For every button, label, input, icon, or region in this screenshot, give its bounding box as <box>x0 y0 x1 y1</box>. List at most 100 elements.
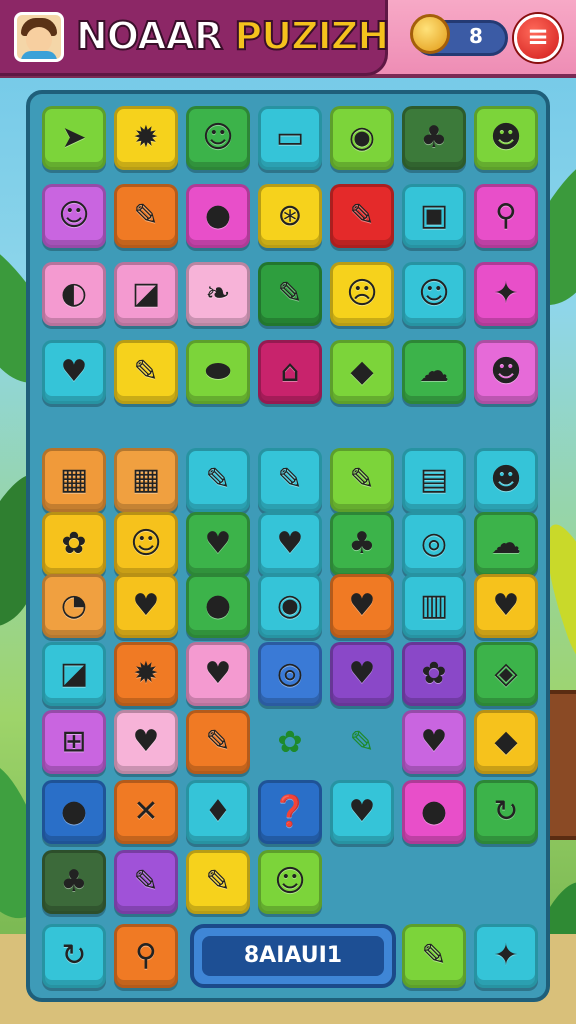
tile[interactable]: ☺ <box>402 262 466 326</box>
tile[interactable]: ● <box>186 574 250 638</box>
frame-icon: ⊞ <box>61 724 87 759</box>
tile[interactable]: ✎ <box>258 448 322 512</box>
tile[interactable]: ◈ <box>474 642 538 706</box>
target-icon: ◎ <box>420 526 448 561</box>
tile[interactable]: ♥ <box>114 710 178 774</box>
tile[interactable]: ▥ <box>402 574 466 638</box>
tile[interactable]: ☺ <box>258 850 322 914</box>
red-heart-icon: ♥ <box>492 588 520 623</box>
flower-icon: ✿ <box>61 526 87 561</box>
loose-piece[interactable]: ✿ <box>258 710 322 774</box>
tile[interactable]: ☻ <box>474 448 538 512</box>
tile[interactable]: ✕ <box>114 780 178 844</box>
candy-icon: ◆ <box>494 724 518 759</box>
tile[interactable]: ◔ <box>42 574 106 638</box>
tile[interactable]: ⊛ <box>258 184 322 248</box>
tile[interactable]: ♥ <box>42 340 106 404</box>
tile[interactable]: ✹ <box>114 106 178 170</box>
tile[interactable]: ✎ <box>114 340 178 404</box>
tile[interactable]: ♥ <box>186 512 250 576</box>
loose-leaf-icon: ✿ <box>277 724 303 760</box>
blob-icon: ⬬ <box>205 354 231 389</box>
pencil-button[interactable]: ✎ <box>402 924 466 988</box>
tile[interactable]: ♥ <box>402 710 466 774</box>
tile[interactable]: ▦ <box>114 448 178 512</box>
tile[interactable]: ▦ <box>42 448 106 512</box>
bush-icon: ♣ <box>420 120 448 155</box>
tile[interactable]: ⌂ <box>258 340 322 404</box>
menu-button[interactable]: ≡ <box>514 14 562 62</box>
tile[interactable]: ● <box>186 184 250 248</box>
tile[interactable]: ☺ <box>42 184 106 248</box>
sparkle-icon: ✦ <box>493 276 519 311</box>
tile[interactable]: ❧ <box>186 262 250 326</box>
tile[interactable]: ✹ <box>114 642 178 706</box>
tile[interactable]: ♥ <box>186 642 250 706</box>
arrow-icon: ➤ <box>61 120 87 155</box>
tile[interactable]: ♥ <box>474 574 538 638</box>
tile[interactable]: ☻ <box>474 106 538 170</box>
tile[interactable]: ◎ <box>258 642 322 706</box>
tile[interactable]: ◉ <box>258 574 322 638</box>
tile[interactable]: ✎ <box>186 448 250 512</box>
tile[interactable]: ♣ <box>42 850 106 914</box>
tile[interactable]: ♦ <box>186 780 250 844</box>
tile[interactable]: ⬬ <box>186 340 250 404</box>
title-banner: NOAAR PUZIZH <box>0 0 390 76</box>
tile[interactable]: ⚲ <box>474 184 538 248</box>
tile[interactable]: ♥ <box>330 574 394 638</box>
avatar[interactable] <box>14 12 64 62</box>
tile[interactable]: ☺ <box>186 106 250 170</box>
tile[interactable]: ◎ <box>402 512 466 576</box>
tile[interactable]: ● <box>42 780 106 844</box>
tile[interactable]: ◆ <box>474 710 538 774</box>
tile[interactable]: ✎ <box>330 448 394 512</box>
tile[interactable]: ↻ <box>474 780 538 844</box>
tile[interactable]: ♥ <box>330 642 394 706</box>
tile[interactable]: ▭ <box>258 106 322 170</box>
tile[interactable]: ⊞ <box>42 710 106 774</box>
tile[interactable]: ◉ <box>330 106 394 170</box>
tile[interactable]: ✎ <box>258 262 322 326</box>
crayon-icon: ✎ <box>133 354 159 389</box>
tile[interactable]: ▣ <box>402 184 466 248</box>
tile[interactable]: ☹ <box>330 262 394 326</box>
tile[interactable]: ● <box>402 780 466 844</box>
tile[interactable]: ◪ <box>114 262 178 326</box>
tile[interactable]: ☻ <box>474 340 538 404</box>
bush-icon: ♣ <box>348 526 376 561</box>
tile[interactable]: ✎ <box>186 850 250 914</box>
title-word-2: PUZIZH <box>233 13 390 59</box>
tile[interactable]: ♥ <box>330 780 394 844</box>
tile[interactable]: ☁ <box>474 512 538 576</box>
tile[interactable]: ♣ <box>330 512 394 576</box>
tile[interactable]: ♥ <box>114 574 178 638</box>
tile[interactable]: ✿ <box>402 642 466 706</box>
smiley-bubble-icon: ☺ <box>202 120 234 155</box>
tile[interactable]: ✎ <box>114 184 178 248</box>
search-button[interactable]: ⚲ <box>114 924 178 988</box>
tile[interactable]: ◆ <box>330 340 394 404</box>
tile[interactable]: ◐ <box>42 262 106 326</box>
tile[interactable]: ◪ <box>42 642 106 706</box>
ghost-icon: ☁ <box>491 526 521 561</box>
chip-icon: ◈ <box>494 656 518 691</box>
hint-button[interactable]: ✦ <box>474 924 538 988</box>
tile[interactable]: ✿ <box>42 512 106 576</box>
tile[interactable]: ❓ <box>258 780 322 844</box>
tile[interactable]: ✎ <box>186 710 250 774</box>
tile[interactable]: ♣ <box>402 106 466 170</box>
monkey-icon: ☻ <box>490 354 522 389</box>
tile[interactable]: ♥ <box>258 512 322 576</box>
tile[interactable]: ✦ <box>474 262 538 326</box>
tile[interactable]: ☺ <box>114 512 178 576</box>
tile[interactable]: ✎ <box>330 184 394 248</box>
refresh-button[interactable]: ↻ <box>42 924 106 988</box>
tile[interactable]: ➤ <box>42 106 106 170</box>
tile[interactable]: ▤ <box>402 448 466 512</box>
tile[interactable]: ✎ <box>114 850 178 914</box>
loose-piece[interactable]: ✎ <box>330 710 394 774</box>
tile[interactable]: ☁ <box>402 340 466 404</box>
refresh-icon: ↻ <box>61 938 87 973</box>
bottom-label-bar[interactable]: 8AIAUI1 <box>190 924 396 988</box>
